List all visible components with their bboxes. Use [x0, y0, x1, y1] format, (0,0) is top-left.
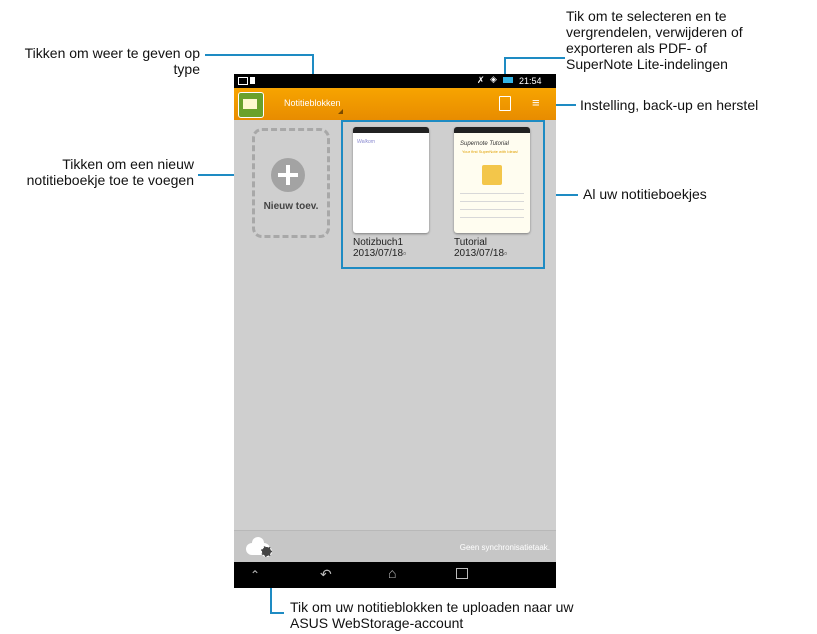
notebook-card[interactable]: Supernote Tutorial Your first SuperNote …	[454, 127, 530, 259]
screenshot-icon	[250, 77, 255, 84]
plus-circle-icon	[271, 158, 305, 192]
add-notebook-label: Nieuw toev.	[263, 201, 319, 212]
menu-icon[interactable]: ≡	[532, 96, 540, 109]
notebook-card[interactable]: Welkom Notizbuch1 2013/07/18▫	[353, 127, 429, 259]
lock-icon: ▫	[403, 249, 406, 258]
notebook-date: 2013/07/18	[454, 248, 505, 259]
callout-add-notebook: Tikken om een nieuw notitieboekje toe te…	[26, 156, 194, 188]
device-screen: ✗ ◈ 21:54 Notitieblokken ≡ Nieuw toev. W…	[234, 74, 556, 588]
callout-type-toggle: Tikken om weer te geven op type	[24, 45, 200, 77]
notebooks-grid: Nieuw toev. Welkom Notizbuch1 2013/07/18…	[234, 120, 556, 530]
sync-status-text: Geen synchronisatietaak.	[459, 543, 550, 552]
notebooks-type-selector[interactable]: Notitieblokken	[284, 98, 341, 108]
notebook-thumbnail: Welkom	[353, 127, 429, 233]
lock-icon: ▫	[504, 249, 507, 258]
wifi-icon: ◈	[490, 74, 497, 84]
action-bar: Notitieblokken ≡	[234, 88, 556, 120]
status-bar: ✗ ◈ 21:54	[234, 74, 556, 88]
notebook-title: Tutorial	[454, 237, 487, 248]
edit-select-icon[interactable]	[499, 96, 511, 111]
sync-bar: Geen synchronisatietaak.	[234, 530, 556, 563]
status-time: 21:54	[519, 76, 542, 86]
callout-select-lock: Tik om te selecteren en te vergrendelen,…	[566, 8, 743, 72]
battery-icon	[503, 77, 513, 83]
notification-icon	[238, 77, 248, 85]
cloud-sync-icon[interactable]	[246, 537, 272, 557]
gear-icon	[261, 546, 272, 557]
add-notebook-button[interactable]: Nieuw toev.	[252, 128, 330, 238]
callout-upload: Tik om uw notitieblokken te uploaden naa…	[290, 599, 574, 631]
recent-apps-icon[interactable]	[456, 568, 468, 579]
app-logo-icon[interactable]	[238, 92, 264, 118]
dropdown-triangle-icon	[338, 109, 343, 114]
home-icon[interactable]: ⌂	[388, 565, 396, 581]
callout-settings: Instelling, back-up en herstel	[580, 97, 759, 113]
notebook-date: 2013/07/18	[353, 248, 404, 259]
hide-keyboard-icon[interactable]: ⌃	[250, 568, 260, 582]
tutorial-illustration	[482, 165, 502, 185]
notebook-title: Notizbuch1	[353, 237, 404, 248]
mute-icon: ✗	[477, 75, 485, 85]
callout-all-notebooks: Al uw notitieboekjes	[583, 186, 707, 202]
navigation-bar: ⌃ ↶ ⌂	[234, 562, 556, 588]
notebook-thumbnail: Supernote Tutorial Your first SuperNote …	[454, 127, 530, 233]
back-icon[interactable]: ↶	[320, 566, 332, 583]
